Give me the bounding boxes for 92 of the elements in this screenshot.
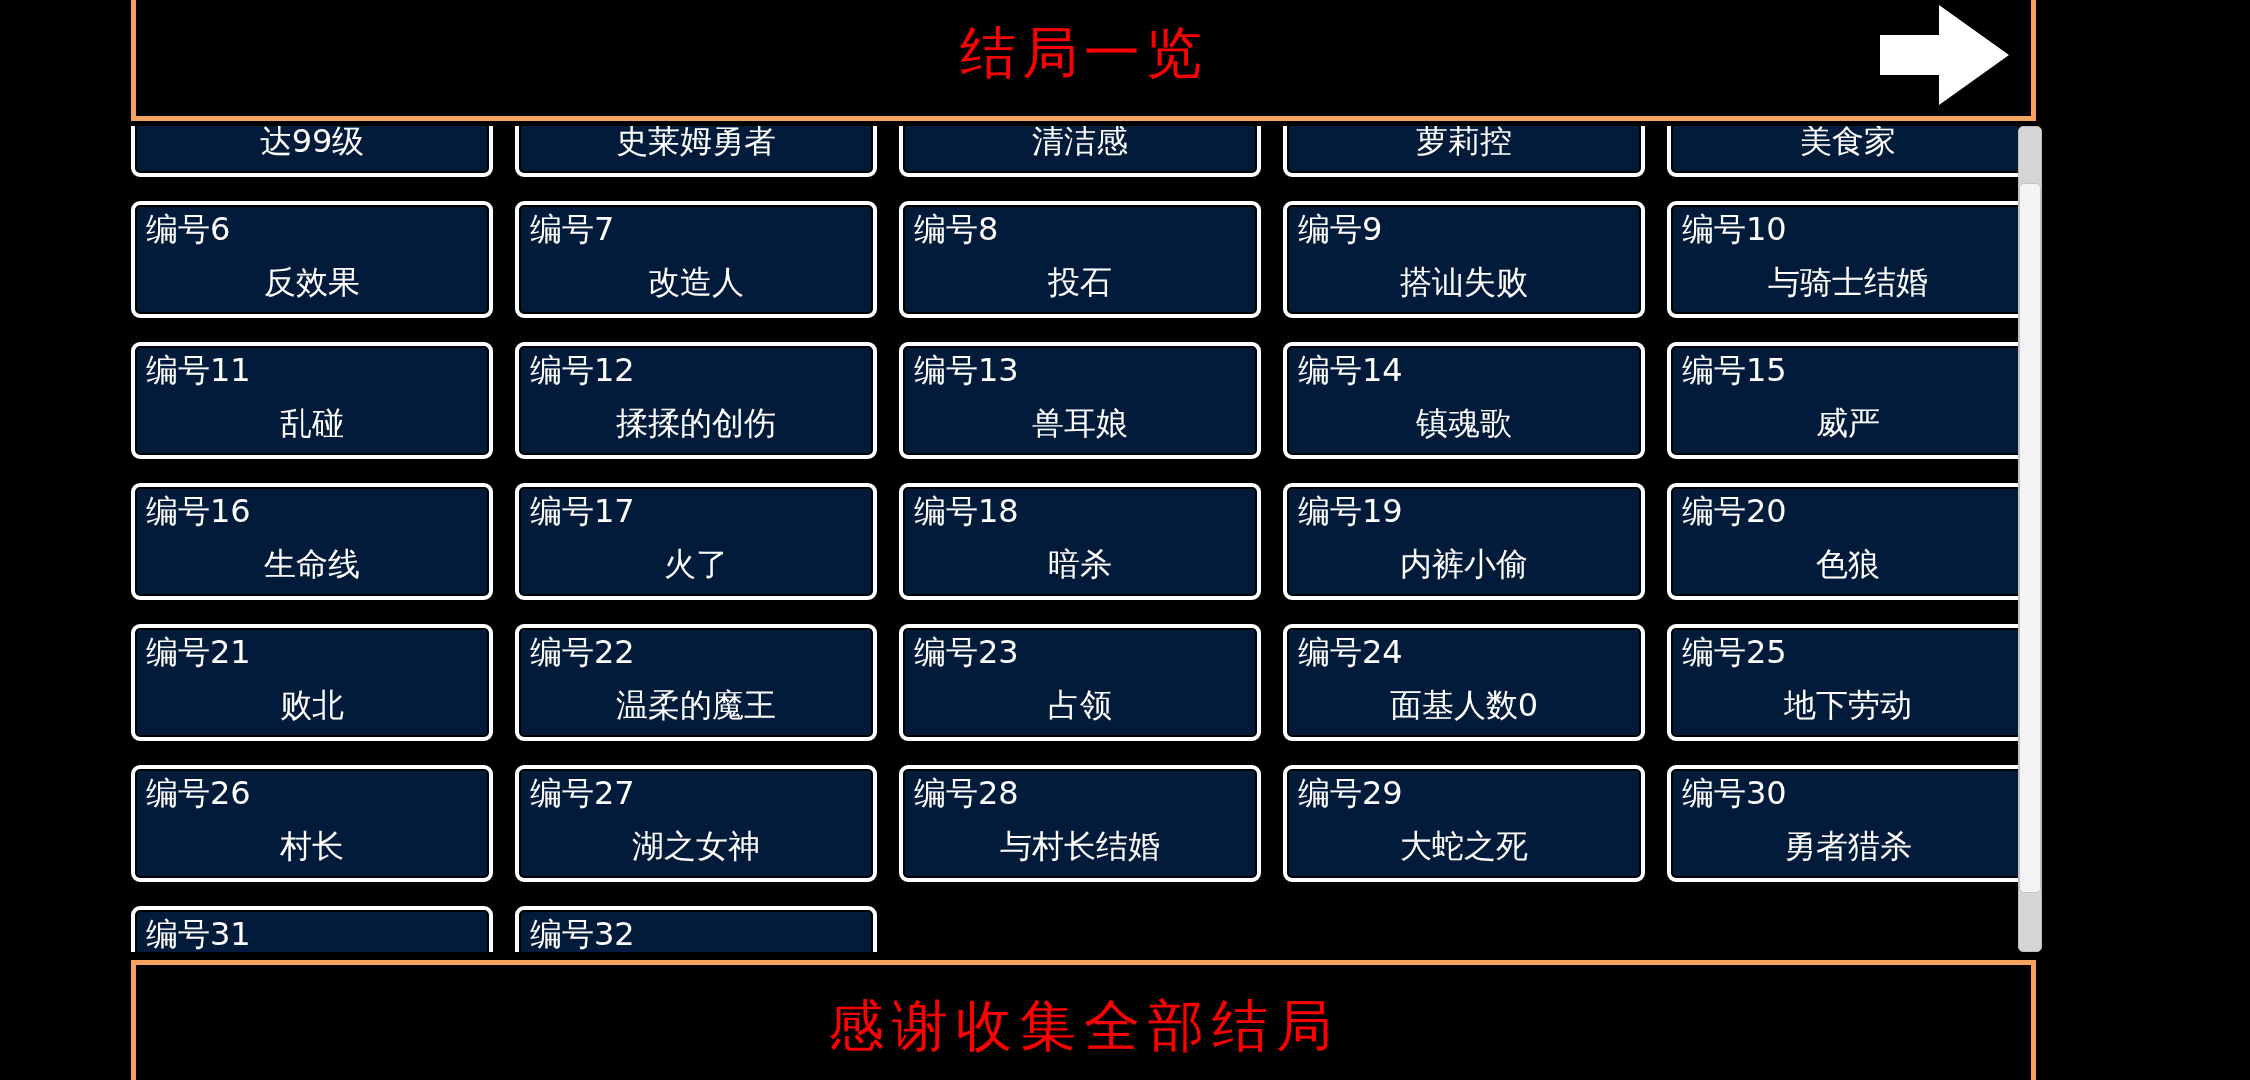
ending-card[interactable]: 编号14 镇魂歌 [1283, 342, 1645, 459]
ending-card[interactable]: 编号22 温柔的魔王 [515, 624, 877, 741]
ending-card[interactable]: 编号15 威严 [1667, 342, 2018, 459]
ending-number: 编号29 [1298, 775, 1404, 811]
ending-card[interactable]: 编号18 暗杀 [899, 483, 1261, 600]
ending-name: 威严 [1815, 405, 1881, 441]
ending-number: 编号17 [530, 493, 636, 529]
ending-name: 投石 [1047, 264, 1113, 300]
ending-card[interactable]: 编号10 与骑士结婚 [1667, 201, 2018, 318]
ending-name: 面基人数0 [1388, 687, 1540, 723]
ending-card[interactable]: 史莱姆勇者 [515, 126, 877, 177]
scrollbar-thumb[interactable] [2019, 183, 2041, 893]
ending-card[interactable]: 编号6 反效果 [131, 201, 493, 318]
scrollbar-track[interactable] [2018, 126, 2042, 952]
ending-number: 编号32 [530, 916, 636, 952]
ending-number: 编号11 [146, 352, 252, 388]
ending-name: 败北 [279, 687, 345, 723]
ending-name: 揉揉的创伤 [615, 405, 777, 441]
ending-card[interactable]: 编号9 搭讪失败 [1283, 201, 1645, 318]
screen-title: 结局一览 [959, 19, 1208, 87]
ending-card[interactable]: 编号26 村长 [131, 765, 493, 882]
ending-number: 编号15 [1682, 352, 1788, 388]
ending-name: 反效果 [263, 264, 361, 300]
ending-card[interactable]: 编号12 揉揉的创伤 [515, 342, 877, 459]
ending-name: 暗杀 [1047, 546, 1113, 582]
ending-card[interactable]: 编号24 面基人数0 [1283, 624, 1645, 741]
ending-number: 编号9 [1298, 211, 1384, 247]
ending-card[interactable]: 达99级 [131, 126, 493, 177]
ending-card[interactable]: 清洁感 [899, 126, 1261, 177]
ending-number: 编号8 [914, 211, 1000, 247]
ending-name: 萝莉控 [1415, 126, 1513, 159]
ending-name: 温柔的魔王 [615, 687, 777, 723]
ending-card[interactable]: 编号28 与村长结婚 [899, 765, 1261, 882]
ending-name: 内裤小偷 [1399, 546, 1529, 582]
ending-number: 编号25 [1682, 634, 1788, 670]
ending-name: 湖之女神 [631, 828, 761, 864]
ending-number: 编号28 [914, 775, 1020, 811]
ending-card[interactable]: 编号20 色狼 [1667, 483, 2018, 600]
ending-name: 史莱姆勇者 [615, 126, 777, 159]
ending-number: 编号10 [1682, 211, 1788, 247]
ending-number: 编号21 [146, 634, 252, 670]
ending-number: 编号7 [530, 211, 616, 247]
ending-number: 编号23 [914, 634, 1020, 670]
ending-card[interactable]: 编号29 大蛇之死 [1283, 765, 1645, 882]
ending-number: 编号27 [530, 775, 636, 811]
ending-card[interactable]: 编号16 生命线 [131, 483, 493, 600]
ending-card[interactable]: 编号23 占领 [899, 624, 1261, 741]
ending-number: 编号19 [1298, 493, 1404, 529]
ending-card[interactable]: 编号11 乱碰 [131, 342, 493, 459]
ending-card[interactable]: 编号13 兽耳娘 [899, 342, 1261, 459]
ending-number: 编号14 [1298, 352, 1404, 388]
ending-name: 乱碰 [279, 405, 345, 441]
ending-number: 编号31 [146, 916, 252, 952]
ending-name: 地下劳动 [1783, 687, 1913, 723]
ending-name: 与骑士结婚 [1767, 264, 1929, 300]
ending-name: 兽耳娘 [1031, 405, 1129, 441]
ending-card[interactable]: 编号19 内裤小偷 [1283, 483, 1645, 600]
right-arrow-icon[interactable] [1880, 5, 2009, 105]
ending-number: 编号22 [530, 634, 636, 670]
ending-name: 镇魂歌 [1415, 405, 1513, 441]
ending-card[interactable]: 编号7 改造人 [515, 201, 877, 318]
ending-name: 与村长结婚 [999, 828, 1161, 864]
ending-card[interactable]: 编号31 [131, 906, 493, 952]
ending-name: 占领 [1047, 687, 1113, 723]
ending-number: 编号20 [1682, 493, 1788, 529]
ending-name: 生命线 [263, 546, 361, 582]
ending-name: 勇者猎杀 [1783, 828, 1913, 864]
ending-name: 色狼 [1815, 546, 1881, 582]
ending-number: 编号24 [1298, 634, 1404, 670]
ending-card[interactable]: 编号30 勇者猎杀 [1667, 765, 2018, 882]
ending-name: 改造人 [647, 264, 745, 300]
ending-card[interactable]: 萝莉控 [1283, 126, 1645, 177]
ending-number: 编号18 [914, 493, 1020, 529]
ending-card[interactable]: 编号8 投石 [899, 201, 1261, 318]
ending-number: 编号12 [530, 352, 636, 388]
completion-message: 感谢收集全部结局 [827, 994, 1340, 1058]
ending-card[interactable]: 编号17 火了 [515, 483, 877, 600]
ending-card[interactable]: 编号32 [515, 906, 877, 952]
ending-number: 编号26 [146, 775, 252, 811]
ending-name: 达99级 [258, 126, 366, 159]
ending-card[interactable]: 编号21 败北 [131, 624, 493, 741]
ending-card[interactable]: 编号27 湖之女神 [515, 765, 877, 882]
ending-number: 编号16 [146, 493, 252, 529]
ending-name: 村长 [279, 828, 345, 864]
ending-name: 搭讪失败 [1399, 264, 1529, 300]
ending-name: 火了 [663, 546, 729, 582]
ending-number: 编号13 [914, 352, 1020, 388]
ending-number: 编号30 [1682, 775, 1788, 811]
ending-number: 编号6 [146, 211, 232, 247]
ending-name: 大蛇之死 [1399, 828, 1529, 864]
ending-name: 清洁感 [1031, 126, 1129, 159]
ending-card[interactable]: 编号25 地下劳动 [1667, 624, 2018, 741]
